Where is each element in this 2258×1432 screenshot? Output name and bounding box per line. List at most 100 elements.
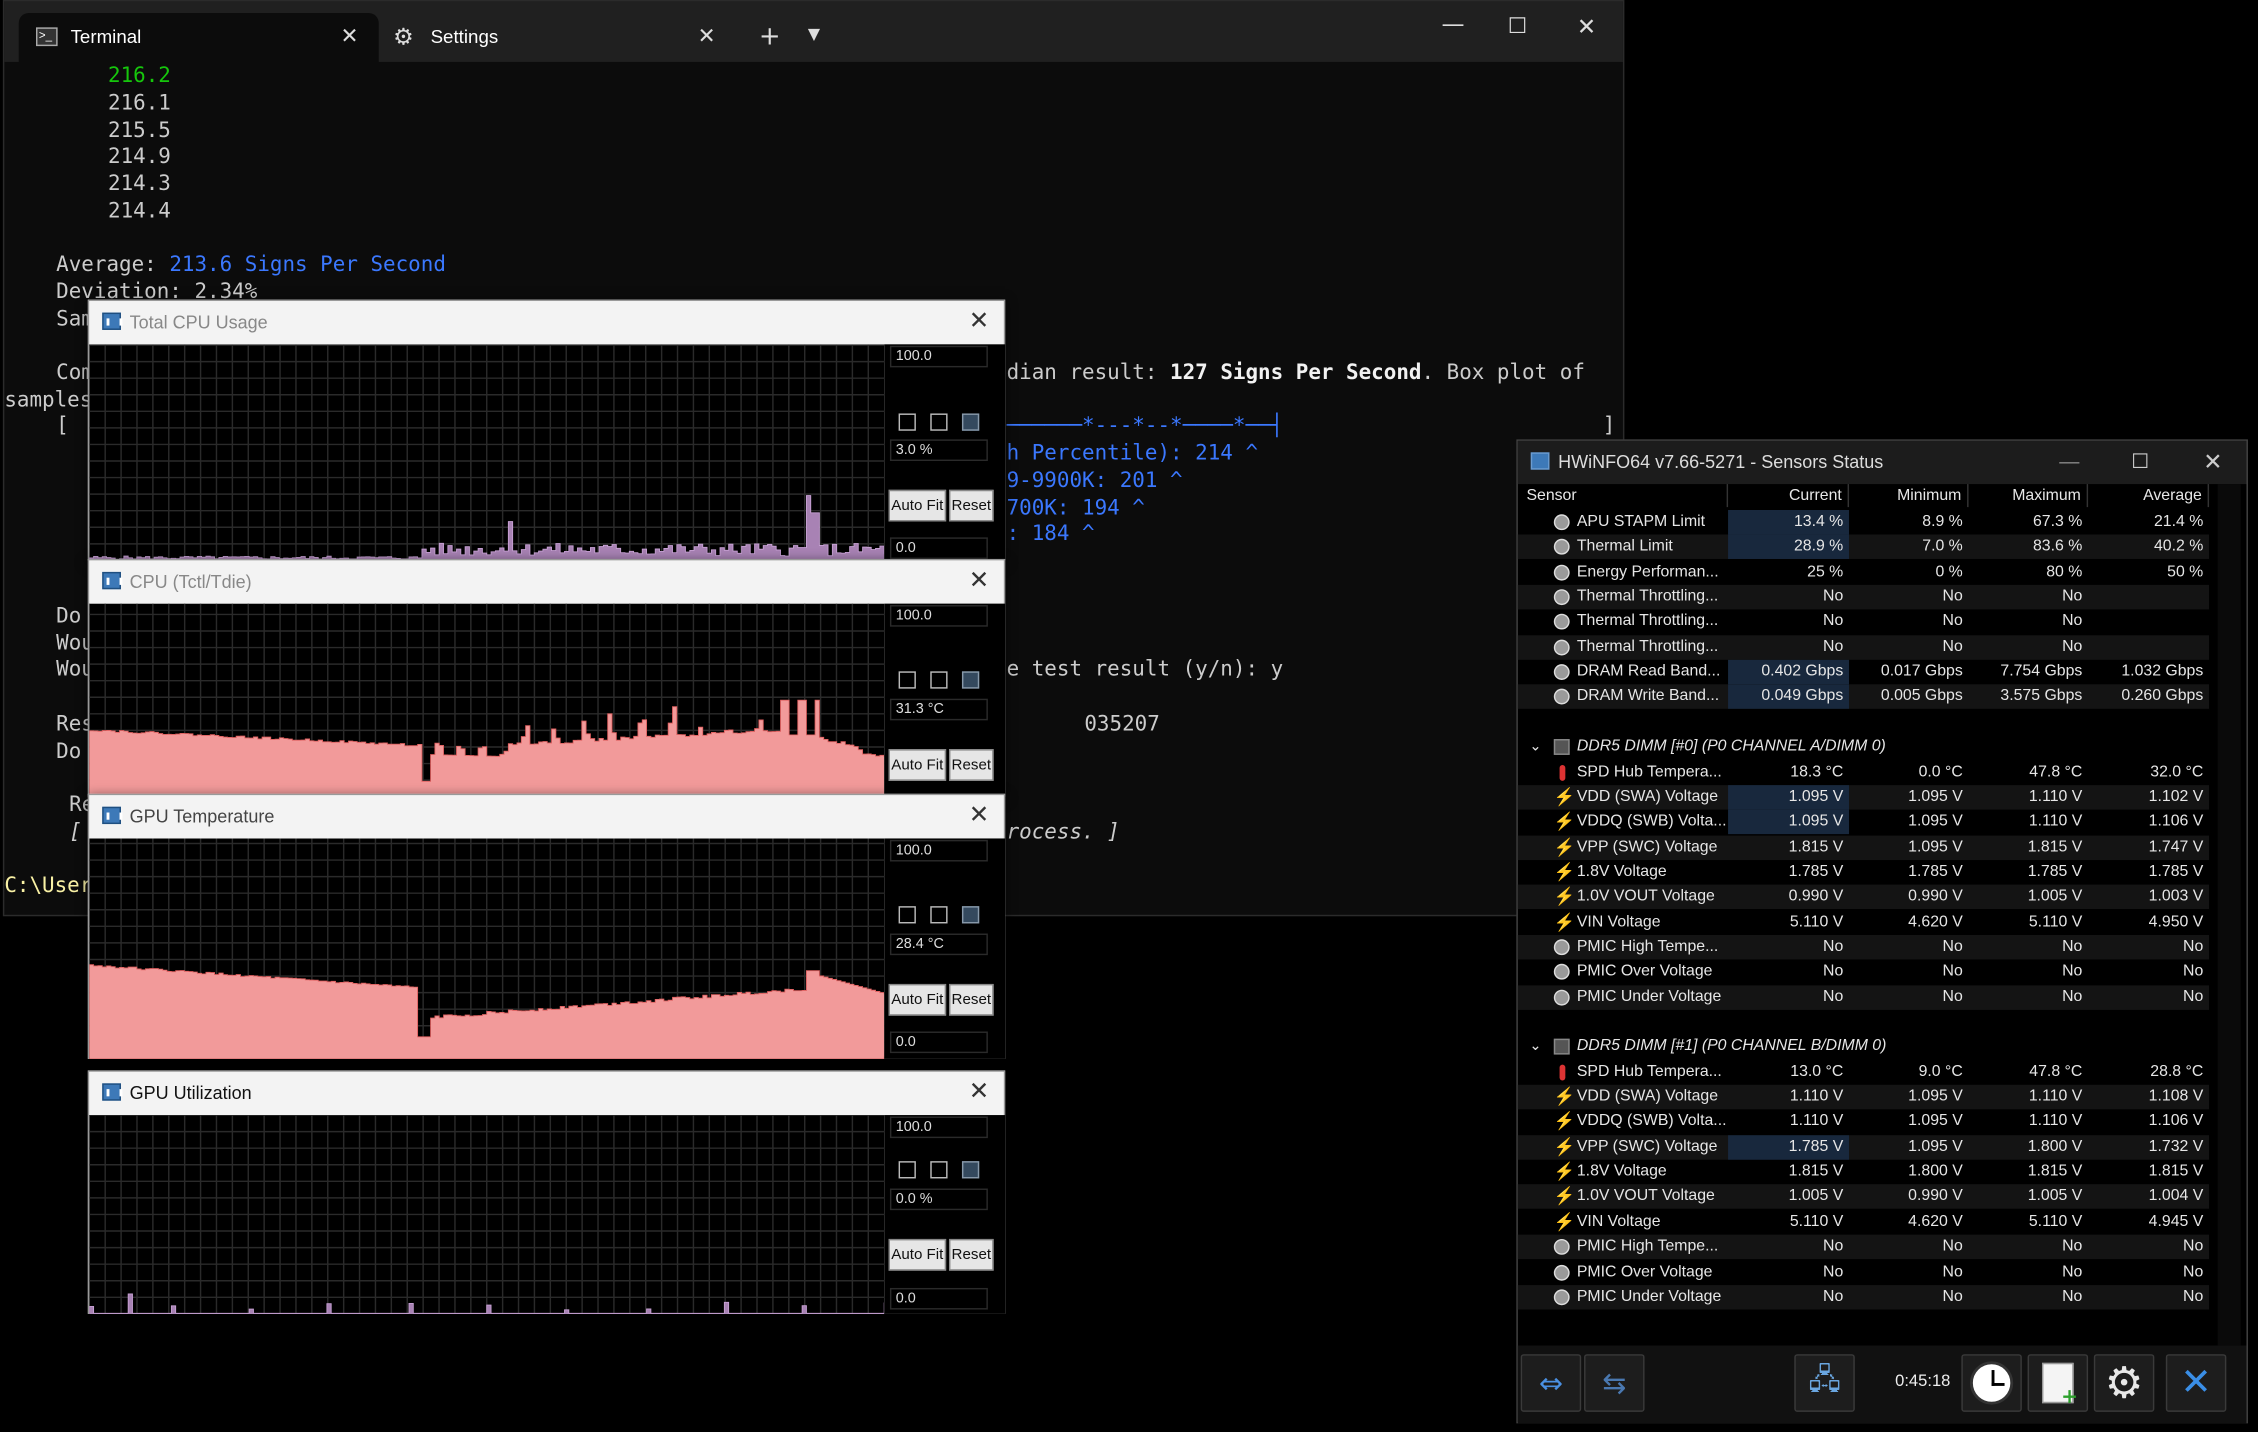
graph-titlebar[interactable]: Total CPU Usage ✕ [89,301,1004,345]
graph-checkbox[interactable] [930,413,948,431]
sensor-value-max: 1.005 V [2027,887,2083,906]
hwinfo-icon [102,806,123,825]
network-button[interactable]: 🖧 [1794,1354,1855,1412]
sensor-row[interactable]: Energy Performan... 25 % 0 % 80 % 50 % [1518,560,2209,584]
sensor-row[interactable]: SPD Hub Tempera... 13.0 °C 9.0 °C 47.8 °C 28… [1518,1060,2209,1084]
graph-checkbox[interactable] [930,906,948,924]
sensor-value-max: No [2062,937,2083,956]
expand-arrows-button[interactable]: ⇔ [1520,1354,1582,1412]
maximize-icon[interactable]: ☐ [1508,13,1527,39]
sensor-row[interactable]: ⚡ VDDQ (SWB) Volta... 1.110 V 1.095 V 1.110 … [1518,1110,2209,1134]
sensor-row[interactable]: ⚡ VIN Voltage 5.110 V 4.620 V 5.110 V 4.950 V [1518,910,2209,934]
sensor-row[interactable]: ⚡ 1.8V Voltage 1.785 V 1.785 V 1.785 V 1.785 … [1518,860,2209,884]
graph-window-cpu-temp: CPU (Tctl/Tdie) ✕ 100.0 31.3 °C Auto Fit … [87,558,1006,797]
sensor-row[interactable]: ⚡ VPP (SWC) Voltage 1.785 V 1.095 V 1.800 V 1… [1517,1134,2210,1160]
sensor-row[interactable]: ⚡ VDD (SWA) Voltage 1.110 V 1.095 V 1.110 V 1… [1517,1084,2210,1110]
reset-button[interactable]: Reset [948,749,994,781]
maximize-icon[interactable]: ☐ [2131,449,2149,473]
sensor-value-cur: 1.095 V [1728,784,1850,810]
graph-checkbox[interactable] [898,906,916,924]
sensor-circle-icon [1553,939,1570,956]
graph-color-checkbox[interactable] [961,413,980,431]
sensor-row[interactable]: PMIC High Tempe... No No No No [1517,934,2210,960]
column-header-minimum[interactable]: Minimum [1849,484,1969,508]
sensor-row[interactable]: PMIC Under Voltage No No No No [1517,1284,2210,1310]
auto-fit-button[interactable]: Auto Fit [888,1238,947,1271]
reset-button[interactable]: Reset [948,489,994,522]
sensor-value-max: No [2062,587,2083,606]
auto-fit-button[interactable]: Auto Fit [888,983,947,1016]
close-window-icon[interactable]: ✕ [1577,13,1596,40]
graph-checkbox[interactable] [898,413,916,431]
sensor-row[interactable]: PMIC Under Voltage No No No No [1517,984,2210,1010]
average-label: Average: [56,253,170,277]
settings-button[interactable]: ⚙ [2093,1354,2155,1412]
collapse-chevron-icon[interactable]: ⌄ [1529,735,1541,759]
graph-checkbox[interactable] [898,1161,916,1179]
collapse-arrows-button[interactable]: ⇆ [1584,1354,1645,1412]
column-header-current[interactable]: Current [1728,484,1850,508]
close-icon[interactable]: ✕ [969,1078,990,1107]
close-icon[interactable]: ✕ [969,801,990,830]
close-icon[interactable]: ✕ [969,307,990,336]
column-header-average[interactable]: Average [2088,484,2210,508]
sensor-row[interactable]: PMIC High Tempe... No No No No [1517,1234,2210,1260]
sensor-row[interactable]: Thermal Throttling... No No No [1518,610,2209,634]
sensor-row[interactable]: ⚡ 1.0V VOUT Voltage 0.990 V 0.990 V 1.005 V 1… [1517,884,2210,910]
sensor-row[interactable]: ⚡ VPP (SWC) Voltage 1.815 V 1.095 V 1.815 V 1… [1517,834,2210,860]
scrollbar[interactable] [2217,484,2241,1346]
sensor-row[interactable]: PMIC Over Voltage No No No No [1518,960,2209,984]
graph-checkbox[interactable] [930,1161,948,1179]
minimize-icon[interactable]: — [2059,449,2079,472]
sensor-row[interactable]: Thermal Throttling... No No No [1517,634,2210,660]
tab-terminal[interactable]: >_ Terminal ✕ [18,12,379,62]
reset-button[interactable]: Reset [948,1238,994,1271]
sensor-row[interactable]: DRAM Read Band... 0.402 Gbps 0.017 Gbps 7.7… [1518,659,2209,685]
sensor-value-avg: 4.950 V [2148,912,2204,931]
close-icon[interactable]: ✕ [969,566,990,595]
auto-fit-button[interactable]: Auto Fit [888,489,947,522]
sensor-group-header[interactable]: ⌄ DDR5 DIMM [#1] (P0 CHANNEL B/DIMM 0) [1518,1035,2209,1059]
close-tab-settings-icon[interactable]: ✕ [698,23,716,48]
graph-color-checkbox[interactable] [961,906,980,924]
close-window-icon[interactable]: ✕ [2203,448,2222,477]
graph-titlebar[interactable]: CPU (Tctl/Tdie) ✕ [89,560,1004,604]
column-header-sensor[interactable]: Sensor [1526,484,1729,508]
graph-titlebar[interactable]: GPU Temperature ✕ [89,795,1004,839]
command-prompt[interactable]: C:\User [4,873,92,899]
sensor-row[interactable]: Thermal Limit 28.9 % 7.0 % 83.6 % 40.2 % [1517,534,2210,560]
sensor-row[interactable]: APU STAPM Limit 13.4 % 8.9 % 67.3 % 21.4 % [1518,509,2209,535]
sensor-row[interactable]: SPD Hub Tempera... 18.3 °C 0.0 °C 47.8 °C 32… [1518,760,2209,784]
sensor-group-header[interactable]: ⌄ DDR5 DIMM [#0] (P0 CHANNEL A/DIMM 0) [1518,735,2209,759]
sensor-row[interactable]: ⚡ VDD (SWA) Voltage 1.095 V 1.095 V 1.110 V 1… [1517,784,2210,810]
close-sensors-button[interactable]: ✕ [2165,1354,2227,1412]
graph-color-checkbox[interactable] [961,1161,980,1179]
sensor-row[interactable]: ⚡ VIN Voltage 5.110 V 4.620 V 5.110 V 4.945 V [1518,1210,2209,1234]
graph-color-checkbox[interactable] [961,671,980,689]
new-tab-plus-icon[interactable]: + [759,22,781,52]
column-header-maximum[interactable]: Maximum [1969,484,2089,508]
hwinfo-titlebar[interactable]: HWiNFO64 v7.66-5271 - Sensors Status — ☐… [1517,440,2247,485]
sensor-row[interactable]: ⚡ VDDQ (SWB) Volta... 1.095 V 1.095 V 1.110 … [1518,809,2209,835]
sensor-row[interactable]: DRAM Write Band... 0.049 Gbps 0.005 Gbps 3.… [1517,684,2210,710]
close-tab-terminal-icon[interactable]: ✕ [340,23,358,48]
report-button[interactable]: + [2027,1354,2089,1412]
sensor-name: SPD Hub Tempera... [1576,1062,1722,1081]
sensor-row[interactable]: Thermal Throttling... No No No [1517,584,2210,610]
auto-fit-button[interactable]: Auto Fit [888,749,947,781]
chevron-down-icon[interactable]: ▼ [808,24,820,43]
sensor-name: Thermal Throttling... [1576,612,1719,631]
hwinfo-title: HWiNFO64 v7.66-5271 - Sensors Status [1558,452,1884,473]
reset-button[interactable]: Reset [948,983,994,1016]
minimize-icon[interactable]: — [1441,10,1464,37]
sensor-value-cur: 5.110 V [1789,1212,1844,1231]
graph-checkbox[interactable] [898,671,916,689]
clock-button[interactable] [1961,1354,2022,1412]
tab-settings[interactable]: ⚙ Settings ✕ [382,13,736,62]
graph-titlebar[interactable]: GPU Utilization ✕ [89,1071,1004,1116]
sensor-row[interactable]: ⚡ 1.8V Voltage 1.815 V 1.800 V 1.815 V 1.815 … [1518,1160,2209,1184]
collapse-chevron-icon[interactable]: ⌄ [1529,1035,1541,1059]
sensor-row[interactable]: PMIC Over Voltage No No No No [1518,1260,2209,1284]
graph-checkbox[interactable] [930,671,948,689]
sensor-row[interactable]: ⚡ 1.0V VOUT Voltage 1.005 V 0.990 V 1.005 V 1… [1517,1184,2210,1210]
